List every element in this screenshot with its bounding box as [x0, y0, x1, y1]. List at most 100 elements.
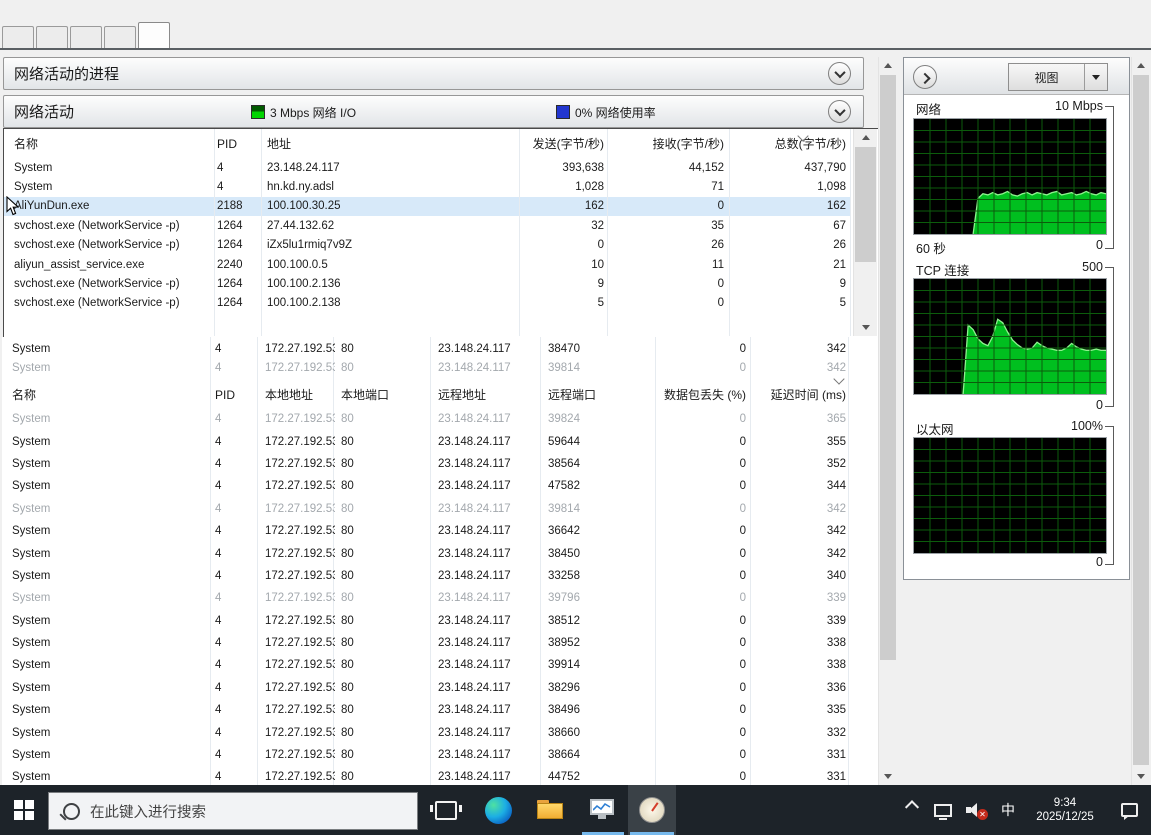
- clock[interactable]: 9:34 2025/12/25: [1023, 785, 1107, 835]
- table-row[interactable]: System 4 172.27.192.53 80 23.148.24.117 …: [2, 520, 850, 542]
- collapse-button[interactable]: [828, 62, 851, 85]
- task-view-button[interactable]: [424, 785, 468, 835]
- hidden-icons-button[interactable]: [897, 785, 927, 835]
- cell-pid: 4: [212, 503, 259, 515]
- cell-pid: 4: [212, 436, 259, 448]
- cell-name: System: [4, 181, 214, 193]
- column-header-pid[interactable]: PID: [212, 388, 259, 402]
- start-button[interactable]: [0, 785, 48, 835]
- column-header-name[interactable]: 名称: [2, 386, 212, 403]
- column-header-local-address[interactable]: 本地地址: [259, 386, 335, 403]
- ime-indicator[interactable]: 中: [993, 785, 1023, 835]
- column-header-recv[interactable]: 接收(字节/秒): [607, 135, 729, 152]
- cell-local-address: 172.27.192.53: [259, 727, 335, 739]
- table-row[interactable]: System 4 172.27.192.53 80 23.148.24.117 …: [2, 654, 850, 676]
- scroll-up-button[interactable]: [879, 57, 897, 74]
- cell-total: 437,790: [729, 162, 850, 174]
- cell-remote-address: 23.148.24.117: [432, 771, 542, 783]
- scrollbar-thumb[interactable]: [855, 147, 876, 262]
- tab-strip: [2, 23, 172, 48]
- table-row[interactable]: System 4 172.27.192.53 80 23.148.24.117 …: [2, 766, 850, 785]
- left-pane-scrollbar[interactable]: [878, 57, 897, 785]
- scrollbar-thumb[interactable]: [1133, 75, 1149, 765]
- right-pane-scrollbar[interactable]: [1131, 57, 1150, 785]
- performance-monitor-button[interactable]: [580, 785, 626, 835]
- tab-divider: [0, 48, 1151, 50]
- table-row[interactable]: System 4 172.27.192.53 80 23.148.24.117 …: [2, 677, 850, 699]
- column-header-remote-port[interactable]: 远程端口: [542, 386, 657, 403]
- column-header-packet-loss[interactable]: 数据包丢失 (%): [657, 386, 752, 403]
- ethernet-chart-zero: 0: [1096, 555, 1103, 569]
- ethernet-chart-scale: 100%: [1071, 419, 1103, 433]
- cell-pid: 4: [212, 727, 259, 739]
- scroll-down-button[interactable]: [879, 768, 897, 785]
- scroll-up-button[interactable]: [854, 129, 877, 146]
- scrollbar-thumb[interactable]: [880, 75, 896, 660]
- expand-panel-button[interactable]: [913, 65, 937, 89]
- column-header-pid[interactable]: PID: [214, 137, 261, 151]
- cell-local-port: 80: [335, 436, 432, 448]
- table-row[interactable]: System 4 172.27.192.53 80 23.148.24.117 …: [2, 542, 850, 564]
- table-row[interactable]: System 4 172.27.192.53 80 23.148.24.117 …: [2, 339, 850, 358]
- view-dropdown-arrow[interactable]: [1084, 64, 1107, 90]
- tab[interactable]: [2, 26, 34, 48]
- cell-name: System: [2, 458, 212, 470]
- action-center-button[interactable]: [1107, 785, 1151, 835]
- column-header-latency[interactable]: 延迟时间 (ms): [752, 386, 850, 403]
- tab[interactable]: [104, 26, 136, 48]
- cell-packet-loss: 0: [657, 548, 752, 560]
- table-row[interactable]: System 4 172.27.192.53 80 23.148.24.117 …: [2, 430, 850, 452]
- table-row[interactable]: System 4 172.27.192.53 80 23.148.24.117 …: [2, 475, 850, 497]
- table-row[interactable]: System 4 172.27.192.53 80 23.148.24.117 …: [2, 610, 850, 632]
- table-row[interactable]: System 4 172.27.192.53 80 23.148.24.117 …: [2, 453, 850, 475]
- column-header-name[interactable]: 名称: [4, 135, 214, 152]
- section-header-network-processes[interactable]: 网络活动的进程: [3, 57, 864, 90]
- table-row[interactable]: svchost.exe (NetworkService -p) 1264 100…: [4, 274, 850, 293]
- table-row[interactable]: System 4 172.27.192.53 80 23.148.24.117 …: [2, 358, 850, 377]
- column-header-address[interactable]: 地址: [261, 135, 519, 152]
- taskbar-search-input[interactable]: 在此键入进行搜索: [48, 792, 418, 830]
- table-row[interactable]: svchost.exe (NetworkService -p) 1264 27.…: [4, 216, 850, 235]
- network-tray-icon[interactable]: [927, 785, 959, 835]
- section-header-network-activity[interactable]: 网络活动 3 Mbps 网络 I/O 0% 网络使用率: [3, 95, 864, 128]
- scroll-down-button[interactable]: [1132, 768, 1150, 785]
- scroll-down-button[interactable]: [854, 319, 877, 336]
- view-button[interactable]: 视图: [1008, 63, 1108, 91]
- table-row[interactable]: aliyun_assist_service.exe 2240 100.100.0…: [4, 255, 850, 274]
- cell-remote-address: 23.148.24.117: [432, 458, 542, 470]
- column-header-local-port[interactable]: 本地端口: [335, 386, 432, 403]
- column-header-remote-address[interactable]: 远程地址: [432, 386, 542, 403]
- cell-remote-port: 44752: [542, 771, 657, 783]
- table-row[interactable]: svchost.exe (NetworkService -p) 1264 100…: [4, 294, 850, 313]
- table-row[interactable]: System 4 172.27.192.53 80 23.148.24.117 …: [2, 699, 850, 721]
- table-row[interactable]: System 4 172.27.192.53 80 23.148.24.117 …: [2, 632, 850, 654]
- table-row[interactable]: AliYunDun.exe 2188 100.100.30.25 162 0 1…: [4, 197, 850, 216]
- table-row[interactable]: System 4 hn.kd.ny.adsl 1,028 71 1,098: [4, 177, 850, 196]
- table-row[interactable]: System 4 23.148.24.117 393,638 44,152 43…: [4, 158, 850, 177]
- cell-name: System: [2, 682, 212, 694]
- tab[interactable]: [36, 26, 68, 48]
- resource-monitor-button[interactable]: [628, 785, 676, 835]
- tab[interactable]: [70, 26, 102, 48]
- cell-address: 23.148.24.117: [261, 162, 519, 174]
- scroll-up-button[interactable]: [1132, 57, 1150, 74]
- table-row[interactable]: svchost.exe (NetworkService -p) 1264 iZx…: [4, 236, 850, 255]
- edge-button[interactable]: [476, 785, 520, 835]
- table-row[interactable]: System 4 172.27.192.53 80 23.148.24.117 …: [2, 721, 850, 743]
- cell-remote-port: 39814: [542, 503, 657, 515]
- volume-muted-icon[interactable]: ✕: [959, 785, 993, 835]
- table-row[interactable]: System 4 172.27.192.53 80 23.148.24.117 …: [2, 744, 850, 766]
- column-header-send[interactable]: 发送(字节/秒): [519, 135, 607, 152]
- table-row[interactable]: System 4 172.27.192.53 80 23.148.24.117 …: [2, 565, 850, 587]
- table-row[interactable]: System 4 172.27.192.53 80 23.148.24.117 …: [2, 408, 850, 430]
- column-header-total[interactable]: 总数(字节/秒): [729, 135, 850, 152]
- file-explorer-button[interactable]: [528, 785, 572, 835]
- activity-table-scrollbar[interactable]: [853, 129, 877, 336]
- cell-remote-port: 38660: [542, 727, 657, 739]
- tab[interactable]: [138, 22, 170, 48]
- collapse-button[interactable]: [828, 100, 851, 123]
- table-row[interactable]: System 4 172.27.192.53 80 23.148.24.117 …: [2, 498, 850, 520]
- cell-address: 100.100.30.25: [261, 200, 519, 212]
- cell-latency: 344: [752, 480, 850, 492]
- table-row[interactable]: System 4 172.27.192.53 80 23.148.24.117 …: [2, 587, 850, 609]
